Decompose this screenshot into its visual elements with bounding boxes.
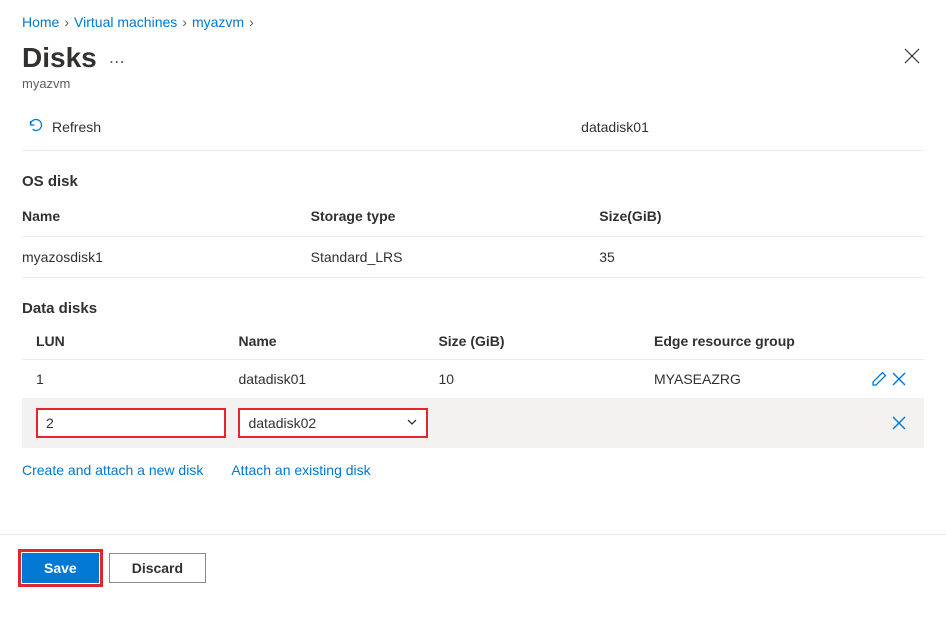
- os-disk-section-title: OS disk: [22, 173, 924, 190]
- dd-col-size: Size (GiB): [438, 323, 654, 360]
- dd-size: 10: [438, 360, 654, 399]
- dd-name: datadisk01: [238, 360, 438, 399]
- footer-bar: Save Discard: [0, 534, 946, 601]
- data-disk-row: 1 datadisk01 10 MYASEAZRG: [22, 360, 924, 399]
- page-title: Disks: [22, 42, 97, 74]
- disk-name-value: datadisk02: [248, 415, 316, 431]
- os-disk-name: myazosdisk1: [22, 237, 311, 278]
- close-icon[interactable]: [900, 44, 924, 73]
- detach-icon[interactable]: [890, 370, 908, 388]
- disk-name-dropdown[interactable]: datadisk02: [238, 408, 428, 438]
- breadcrumb: Home › Virtual machines › myazvm ›: [22, 10, 924, 42]
- refresh-label: Refresh: [52, 119, 101, 135]
- save-button[interactable]: Save: [22, 553, 99, 583]
- dd-col-lun: LUN: [22, 323, 238, 360]
- data-disks-section-title: Data disks: [22, 300, 924, 317]
- more-actions-button[interactable]: ⋯: [109, 52, 125, 72]
- os-disk-row: myazosdisk1 Standard_LRS 35: [22, 237, 924, 278]
- dd-col-erg: Edge resource group: [654, 323, 852, 360]
- breadcrumb-vm[interactable]: myazvm: [192, 14, 244, 30]
- os-disk-size: 35: [599, 237, 924, 278]
- data-disks-table: LUN Name Size (GiB) Edge resource group …: [22, 323, 924, 448]
- refresh-button[interactable]: Refresh: [22, 117, 101, 136]
- create-attach-new-disk-link[interactable]: Create and attach a new disk: [22, 462, 203, 478]
- remove-row-icon[interactable]: [890, 414, 908, 432]
- breadcrumb-home[interactable]: Home: [22, 14, 59, 30]
- data-disk-new-row: 2 datadisk02: [22, 398, 924, 448]
- chevron-right-icon: ›: [182, 14, 187, 30]
- dd-lun: 1: [22, 360, 238, 399]
- os-disk-storage-type: Standard_LRS: [311, 237, 600, 278]
- os-disk-table: Name Storage type Size(GiB) myazosdisk1 …: [22, 196, 924, 278]
- os-col-name: Name: [22, 196, 311, 237]
- os-col-size: Size(GiB): [599, 196, 924, 237]
- lun-input[interactable]: 2: [36, 408, 226, 438]
- toolbar-context: datadisk01: [101, 119, 924, 135]
- chevron-down-icon: [406, 415, 418, 431]
- chevron-right-icon: ›: [249, 14, 254, 30]
- chevron-right-icon: ›: [64, 14, 69, 30]
- breadcrumb-virtual-machines[interactable]: Virtual machines: [74, 14, 177, 30]
- discard-button[interactable]: Discard: [109, 553, 206, 583]
- os-col-storage-type: Storage type: [311, 196, 600, 237]
- refresh-icon: [28, 117, 44, 136]
- lun-value: 2: [46, 415, 54, 431]
- page-subtitle: myazvm: [22, 76, 924, 91]
- attach-existing-disk-link[interactable]: Attach an existing disk: [231, 462, 370, 478]
- dd-erg: MYASEAZRG: [654, 360, 852, 399]
- dd-col-name: Name: [238, 323, 438, 360]
- edit-icon[interactable]: [870, 370, 888, 388]
